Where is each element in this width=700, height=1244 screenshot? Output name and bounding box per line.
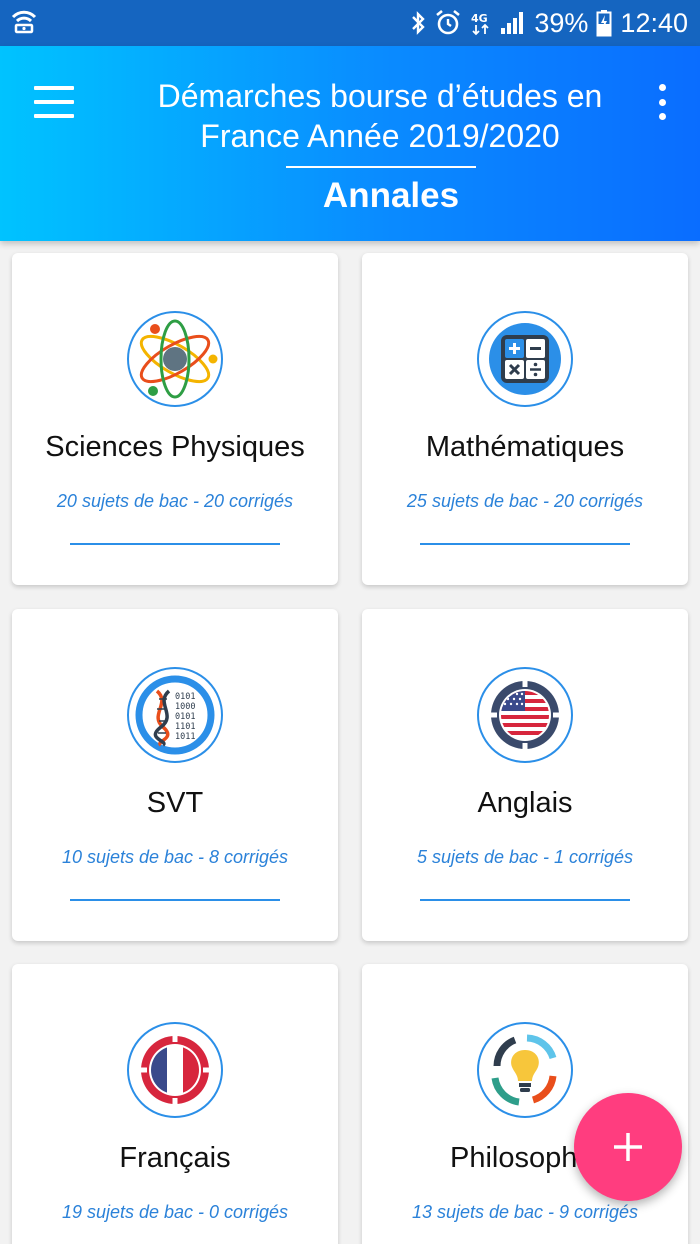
atom-icon [127,311,223,407]
calculator-icon [477,311,573,407]
card-divider [70,543,280,545]
bluetooth-icon [410,10,426,36]
subject-card-mathematiques[interactable]: Mathématiques 25 sujets de bac - 20 corr… [362,253,688,585]
title-divider [286,166,476,168]
subject-card-anglais[interactable]: Anglais 5 sujets de bac - 1 corrigés [362,609,688,941]
hamburger-menu-icon[interactable] [30,82,78,122]
subject-stats: 25 sujets de bac - 20 corrigés [406,491,644,511]
subject-title: Mathématiques [425,431,625,463]
subject-stats: 20 sujets de bac - 20 corrigés [56,491,294,511]
subject-card-sciences-physiques[interactable]: Sciences Physiques 20 sujets de bac - 20… [12,253,338,585]
lightbulb-icon [477,1022,573,1118]
svg-text:1101: 1101 [175,722,195,732]
svg-text:0101: 0101 [175,712,195,722]
svg-text:0101: 0101 [175,692,195,702]
add-icon [614,1133,642,1161]
alarm-icon [434,9,462,37]
subjects-grid: Sciences Physiques 20 sujets de bac - 20… [0,241,700,1244]
subject-stats: 10 sujets de bac - 8 corrigés [61,847,289,867]
app-title: Démarches bourse d’études en France Anné… [157,78,603,154]
french-flag-icon [127,1022,223,1118]
add-fab-button[interactable] [574,1093,682,1201]
subject-title: SVT [146,787,204,819]
card-divider [420,543,630,545]
4g-icon: 4G [470,10,492,36]
dna-icon: 0101 1000 0101 1101 1011 [127,667,223,763]
subject-card-svt[interactable]: 0101 1000 0101 1101 1011 SVT 10 sujets d… [12,609,338,941]
subject-stats: 13 sujets de bac - 9 corrigés [411,1202,639,1222]
subject-title: Français [119,1142,231,1174]
page-subtitle: Annales [322,176,460,215]
subject-stats: 19 sujets de bac - 0 corrigés [61,1202,289,1222]
battery-icon [596,9,612,37]
clock: 12:40 [620,7,688,38]
subject-card-francais[interactable]: Français 19 sujets de bac - 0 corrigés [12,964,338,1244]
battery-percent: 39% [534,7,589,38]
app-bar: Démarches bourse d’études en France Anné… [0,46,700,241]
status-bar: 4G 39% 12:40 [0,0,700,46]
subject-title: Anglais [477,787,573,819]
us-flag-icon [477,667,573,763]
card-divider [70,899,280,901]
svg-text:1000: 1000 [175,702,195,712]
svg-text:1011: 1011 [175,732,195,742]
subject-title: Sciences Physiques [45,431,305,463]
subject-stats: 5 sujets de bac - 1 corrigés [416,847,634,867]
svg-text:4G: 4G [471,12,488,25]
more-vert-icon[interactable] [654,82,670,122]
signal-icon [500,11,526,35]
card-divider [420,899,630,901]
wifi-hotspot-icon [10,8,38,39]
